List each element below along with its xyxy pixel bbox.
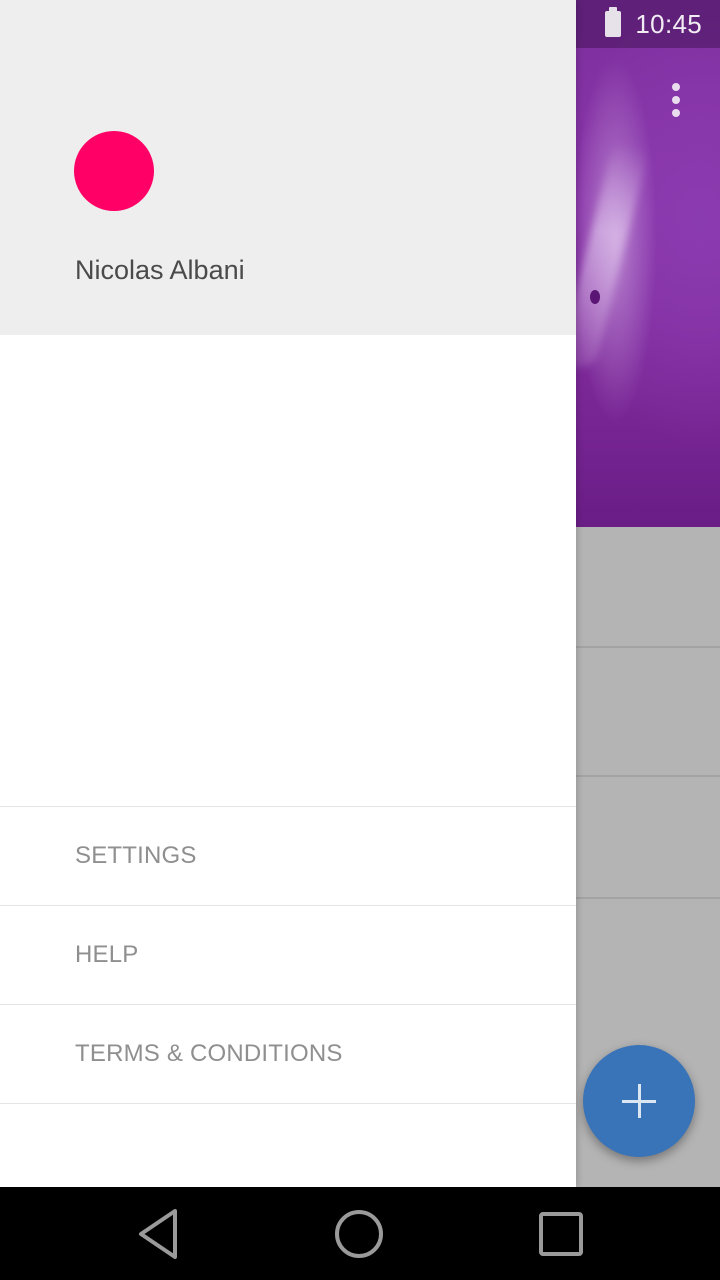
screen: 10:45 Nicolas Albani SETTINGS HELP TERMS…: [0, 0, 720, 1280]
back-button[interactable]: [110, 1187, 210, 1280]
menu-item-terms[interactable]: TERMS & CONDITIONS: [0, 1005, 576, 1104]
menu-item-help[interactable]: HELP: [0, 906, 576, 1005]
plus-icon: [622, 1084, 656, 1118]
status-clock: 10:45: [635, 8, 702, 39]
recents-button[interactable]: [511, 1187, 611, 1280]
recents-square-icon: [539, 1211, 583, 1256]
back-triangle-icon: [139, 1208, 177, 1259]
more-vert-icon[interactable]: [660, 80, 692, 120]
system-nav-bar: [0, 1187, 720, 1280]
status-bar: 10:45: [576, 0, 720, 48]
add-button[interactable]: [583, 1045, 695, 1157]
battery-icon: [605, 7, 622, 37]
menu-item-settings[interactable]: SETTINGS: [0, 807, 576, 906]
home-circle-icon: [335, 1209, 383, 1258]
user-name: Nicolas Albani: [75, 255, 245, 285]
avatar[interactable]: [74, 131, 154, 211]
drawer-header: Nicolas Albani: [0, 0, 576, 335]
drawer-menu: SETTINGS HELP TERMS & CONDITIONS: [0, 806, 576, 1104]
navigation-drawer: Nicolas Albani SETTINGS HELP TERMS & CON…: [0, 0, 576, 1187]
home-button[interactable]: [309, 1187, 409, 1280]
